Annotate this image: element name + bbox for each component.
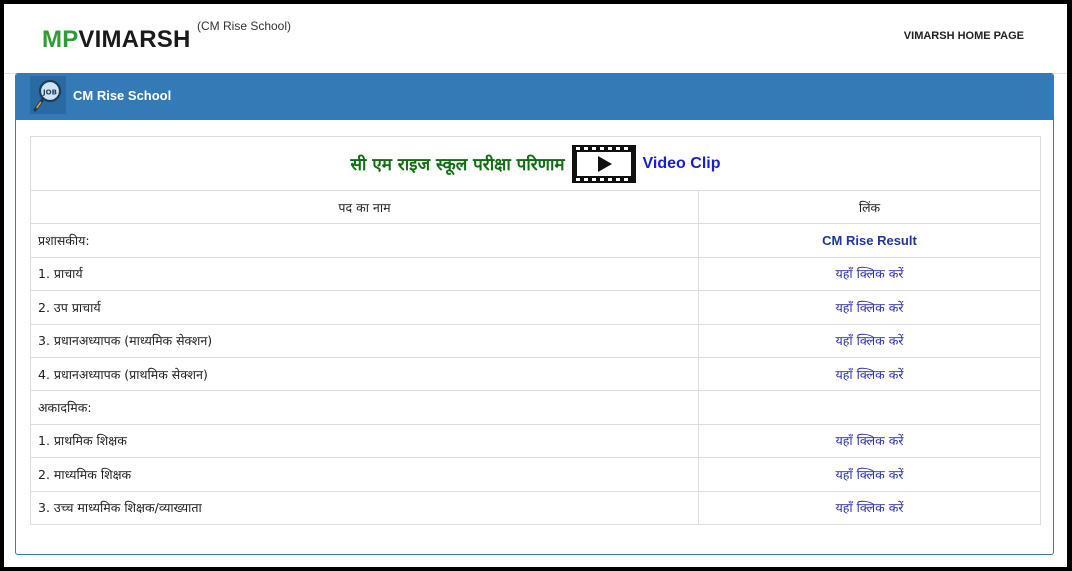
row-link-cell: यहाँ क्लिक करें	[698, 290, 1041, 325]
table-row: 2. उप प्राचार्य यहाँ क्लिक करें	[30, 290, 1041, 325]
column-header-link: लिंक	[698, 189, 1041, 225]
row-link-cell: CM Rise Result	[698, 223, 1041, 258]
table-row: 2. माध्यमिक शिक्षक यहाँ क्लिक करें	[30, 457, 1041, 492]
click-here-link[interactable]: यहाँ क्लिक करें	[836, 333, 904, 348]
row-link-cell: यहाँ क्लिक करें	[698, 323, 1041, 358]
row-name: 3. उच्च माध्यमिक शिक्षक/व्याख्याता	[30, 490, 699, 525]
page-frame: MPVIMARSH (CM Rise School) VIMARSH HOME …	[4, 4, 1067, 567]
column-header-name: पद का नाम	[30, 189, 699, 225]
row-link-cell: यहाँ क्लिक करें	[698, 356, 1041, 392]
table-title: सी एम राइज स्कूल परीक्षा परिणाम	[350, 155, 565, 175]
row-link-cell: यहाँ क्लिक करें	[698, 423, 1041, 459]
click-here-link[interactable]: यहाँ क्लिक करें	[836, 266, 904, 281]
row-name: 2. माध्यमिक शिक्षक	[30, 457, 699, 492]
click-here-link[interactable]: यहाँ क्लिक करें	[836, 467, 904, 482]
cm-rise-result-link[interactable]: CM Rise Result	[822, 233, 917, 248]
row-name: प्रशासकीय:	[30, 223, 699, 258]
click-here-link[interactable]: यहाँ क्लिक करें	[836, 433, 904, 448]
svg-text:JOB: JOB	[42, 89, 57, 97]
table-header-row: पद का नाम लिंक	[30, 189, 1041, 225]
panel-header: JOB CM Rise School	[16, 74, 1053, 120]
row-link-cell: यहाँ क्लिक करें	[698, 256, 1041, 292]
results-table: सी एम राइज स्कूल परीक्षा परिणाम Video Cl…	[30, 136, 1041, 525]
brand-subtitle: (CM Rise School)	[197, 19, 292, 33]
job-magnifier-icon: JOB	[30, 76, 66, 114]
table-title-row: सी एम राइज स्कूल परीक्षा परिणाम Video Cl…	[30, 136, 1041, 191]
click-here-link[interactable]: यहाँ क्लिक करें	[836, 300, 904, 315]
row-link-cell: यहाँ क्लिक करें	[698, 490, 1041, 525]
table-row: 1. प्राचार्य यहाँ क्लिक करें	[30, 256, 1041, 292]
video-play-icon[interactable]	[571, 144, 637, 184]
table-row: प्रशासकीय: CM Rise Result	[30, 223, 1041, 258]
content-panel: JOB CM Rise School सी एम राइज स्कूल परीक…	[15, 73, 1054, 555]
click-here-link[interactable]: यहाँ क्लिक करें	[836, 367, 904, 382]
brand-vimarsh: VIMARSH	[78, 26, 191, 53]
table-row: 3. उच्च माध्यमिक शिक्षक/व्याख्याता यहाँ …	[30, 490, 1041, 525]
row-name: 3. प्रधानअध्यापक (माध्यमिक सेक्शन)	[30, 323, 699, 358]
table-row: 3. प्रधानअध्यापक (माध्यमिक सेक्शन) यहाँ …	[30, 323, 1041, 358]
site-logo[interactable]: MPVIMARSH	[42, 26, 190, 54]
row-link-cell	[698, 390, 1041, 425]
row-name: अकादमिक:	[30, 390, 699, 425]
click-here-link[interactable]: यहाँ क्लिक करें	[836, 500, 904, 515]
row-name: 1. प्राचार्य	[30, 256, 699, 292]
table-title-cell: सी एम राइज स्कूल परीक्षा परिणाम Video Cl…	[30, 136, 1041, 191]
row-name: 1. प्राथमिक शिक्षक	[30, 423, 699, 459]
row-link-cell: यहाँ क्लिक करें	[698, 457, 1041, 492]
home-page-link[interactable]: VIMARSH HOME PAGE	[904, 30, 1024, 42]
table-row: अकादमिक:	[30, 390, 1041, 425]
video-clip-link[interactable]: Video Clip	[643, 155, 721, 173]
brand-mp: MP	[42, 26, 79, 53]
row-name: 4. प्रधानअध्यापक (प्राथमिक सेक्शन)	[30, 356, 699, 392]
table-row: 4. प्रधानअध्यापक (प्राथमिक सेक्शन) यहाँ …	[30, 356, 1041, 392]
panel-title: CM Rise School	[73, 88, 172, 103]
row-name: 2. उप प्राचार्य	[30, 290, 699, 325]
top-header: MPVIMARSH (CM Rise School) VIMARSH HOME …	[4, 4, 1067, 74]
table-row: 1. प्राथमिक शिक्षक यहाँ क्लिक करें	[30, 423, 1041, 459]
